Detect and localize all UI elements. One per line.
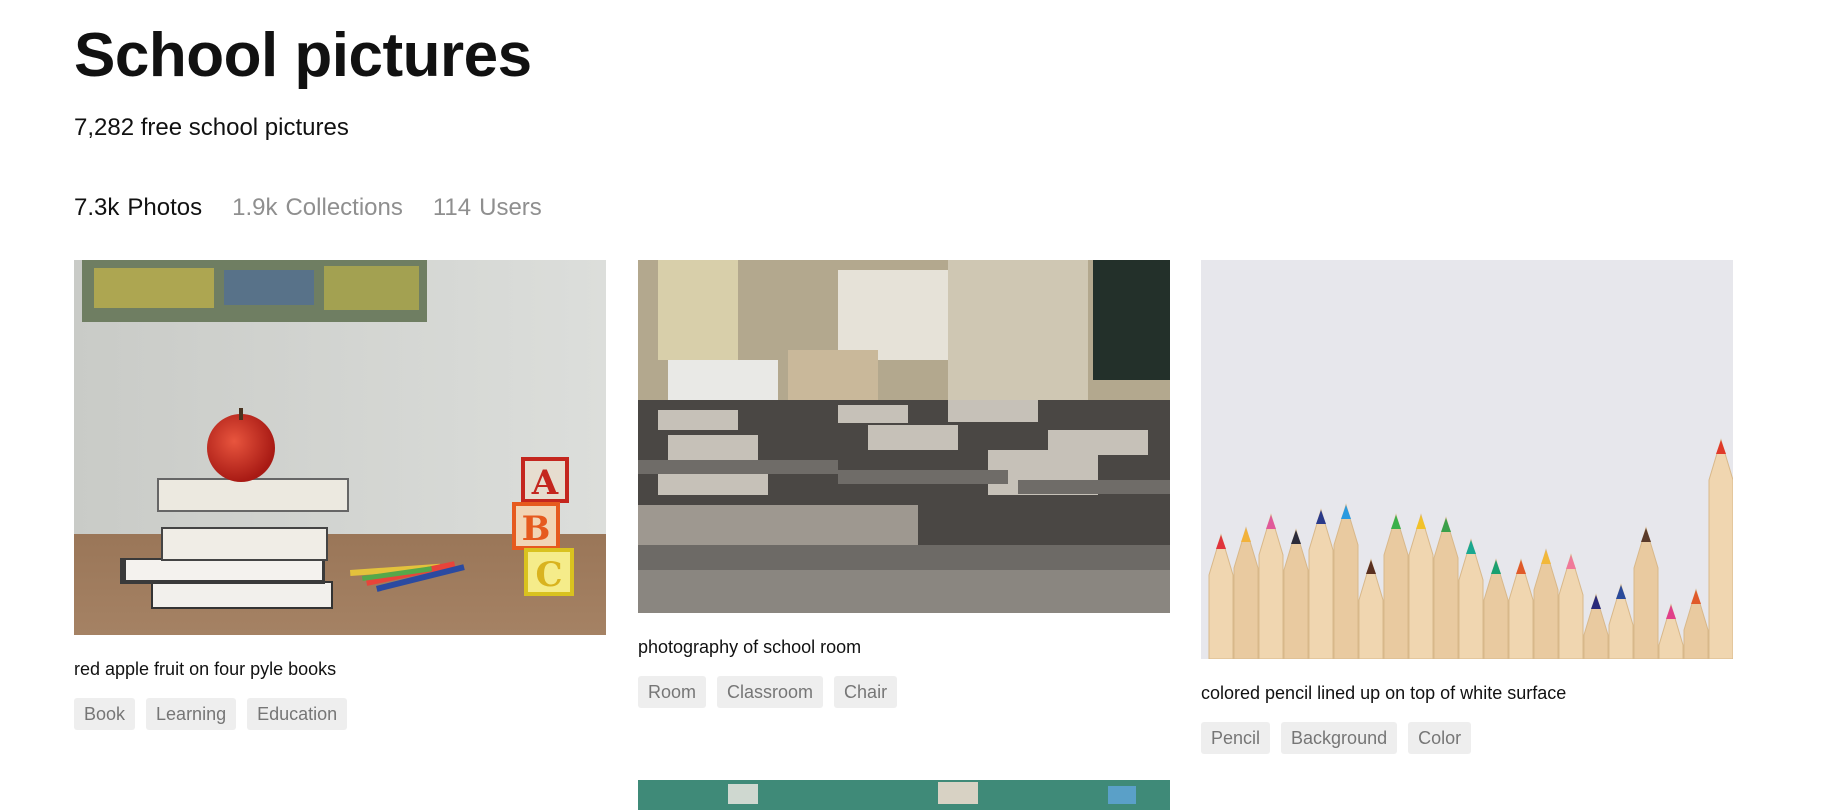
page-subtitle: 7,282 free school pictures (74, 114, 349, 141)
svg-text:C: C (535, 555, 562, 595)
result-tabs: 7.3k Photos 1.9k Collections 114 Users (74, 192, 542, 224)
photo-card: photography of school room Room Classroo… (638, 260, 1170, 708)
tab-collections[interactable]: 1.9k Collections (232, 192, 403, 224)
tab-users-count: 114 (432, 194, 472, 221)
tab-users[interactable]: 114 Users (433, 192, 542, 224)
photo-card: A B C red apple fruit on four pyle books… (74, 260, 606, 730)
tab-photos[interactable]: 7.3k Photos (74, 192, 202, 224)
photo-apple-books[interactable]: A B C (74, 260, 606, 635)
svg-text:B: B (522, 509, 551, 549)
photo-partial-image (638, 780, 1170, 810)
tag-pencil[interactable]: Pencil (1201, 722, 1271, 754)
photo-classroom-image (638, 260, 1170, 613)
photo-caption: colored pencil lined up on top of white … (1201, 683, 1567, 703)
tab-photos-count: 7.3k (74, 194, 120, 221)
svg-text:A: A (531, 463, 559, 503)
tab-collections-count: 1.9k (232, 194, 278, 221)
tag-list: Pencil Background Color (1201, 722, 1733, 754)
page-title: School pictures (74, 21, 532, 90)
tag-background[interactable]: Background (1281, 722, 1398, 754)
photo-classroom[interactable] (638, 260, 1170, 613)
tag-room[interactable]: Room (638, 676, 707, 708)
photo-colored-pencils-image (1201, 260, 1733, 659)
tag-color[interactable]: Color (1408, 722, 1472, 754)
tag-chair[interactable]: Chair (834, 676, 898, 708)
tab-photos-label: Photos (127, 194, 203, 221)
tag-classroom[interactable]: Classroom (717, 676, 824, 708)
tab-users-label: Users (479, 194, 542, 221)
tag-book[interactable]: Book (74, 698, 136, 730)
tag-learning[interactable]: Learning (146, 698, 237, 730)
photo-apple-books-image: A B C (74, 260, 606, 635)
tag-education[interactable]: Education (247, 698, 348, 730)
photo-colored-pencils[interactable] (1201, 260, 1733, 659)
tag-list: Book Learning Education (74, 698, 606, 730)
tab-collections-label: Collections (285, 194, 403, 221)
photo-caption: red apple fruit on four pyle books (74, 659, 337, 679)
tag-list: Room Classroom Chair (638, 676, 1170, 708)
photo-card: colored pencil lined up on top of white … (1201, 260, 1733, 754)
photo-caption: photography of school room (638, 637, 862, 657)
photo-partial[interactable] (638, 780, 1170, 810)
